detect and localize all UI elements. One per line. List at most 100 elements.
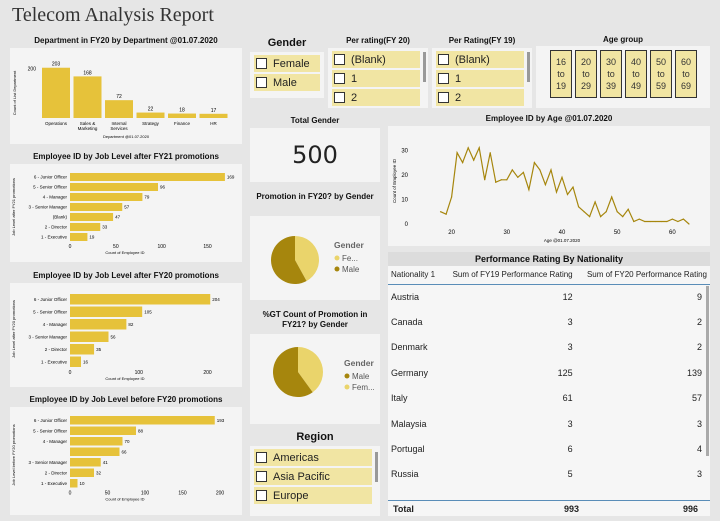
- bar: [70, 426, 136, 435]
- x-axis-label: Count of Employee ID: [105, 250, 144, 255]
- age-group-option[interactable]: 50 to 59: [650, 50, 672, 98]
- data-label: 66: [122, 449, 128, 454]
- data-point: [605, 211, 607, 213]
- age-group-option[interactable]: 16 to 19: [550, 50, 572, 98]
- y-axis-label: Count of List Department: [12, 70, 17, 115]
- legend-title: Gender: [344, 358, 374, 368]
- region-option-asia-pacific[interactable]: Asia Pacific: [254, 468, 372, 485]
- table-row[interactable]: Denmark 3 2: [388, 335, 710, 360]
- data-point: [561, 176, 563, 178]
- column-header[interactable]: Nationality 1: [388, 266, 441, 284]
- bar: [70, 294, 211, 305]
- x-tick-label: Strategy: [142, 121, 160, 126]
- data-label: 168: [83, 70, 92, 76]
- checkbox-icon[interactable]: [256, 77, 267, 88]
- job-before-chart: Job Level before FY20 promotions 6 - Juni…: [11, 416, 225, 502]
- bar: [199, 113, 228, 118]
- legend-entry: Male: [352, 372, 370, 381]
- age-group-option[interactable]: 60 to 69: [675, 50, 697, 98]
- data-point: [467, 147, 469, 149]
- x-tick-label: Services: [110, 126, 128, 131]
- data-label: 18: [179, 108, 185, 114]
- data-point: [622, 216, 624, 218]
- age-group-option-label: 20: [580, 57, 591, 67]
- data-point: [445, 213, 447, 215]
- gender-option-male[interactable]: Male: [254, 74, 320, 91]
- data-point: [451, 196, 453, 198]
- gender-slicer: Gender Female Male: [250, 34, 324, 98]
- checkbox-icon[interactable]: [334, 54, 345, 65]
- data-label: 203: [52, 62, 61, 68]
- checkbox-icon[interactable]: [256, 58, 267, 69]
- region-option-label: Asia Pacific: [273, 470, 330, 483]
- data-point: [638, 218, 640, 220]
- job-fy21-chart-panel: Employee ID by Job Level after FY21 prom…: [10, 150, 242, 262]
- checkbox-icon[interactable]: [256, 490, 267, 501]
- rating-cell: 6: [567, 444, 573, 455]
- checkbox-icon[interactable]: [334, 73, 345, 84]
- age-group-option-label: 49: [630, 81, 641, 91]
- checkbox-icon[interactable]: [438, 92, 449, 103]
- rating-fy20-option-blank[interactable]: (Blank): [332, 51, 420, 68]
- legend-marker-icon: [344, 384, 350, 390]
- bar: [70, 223, 101, 231]
- age-group-option-label: 19: [555, 81, 566, 91]
- rating-fy19-option-2[interactable]: 2: [436, 89, 524, 106]
- age-group-option[interactable]: 30 to 39: [600, 50, 622, 98]
- bar: [70, 233, 88, 241]
- gender-option-female[interactable]: Female: [254, 55, 320, 72]
- y-tick-label: 10: [401, 197, 408, 203]
- region-scrollbar[interactable]: [375, 452, 378, 482]
- table-row[interactable]: Portugal 6 4: [388, 436, 710, 461]
- y-tick-label: 4 - Manager: [43, 439, 68, 444]
- region-option-americas[interactable]: Americas: [254, 449, 372, 466]
- y-tick-label: 4 - Manager: [43, 322, 68, 327]
- rating-fy19-option-1[interactable]: 1: [436, 70, 524, 87]
- checkbox-icon[interactable]: [438, 73, 449, 84]
- data-point: [600, 216, 602, 218]
- age-group-slicer-title: Age group: [603, 35, 643, 44]
- column-header[interactable]: Sum of FY20 Performance Rating: [576, 266, 710, 284]
- rating-fy20-slicer: Per rating(FY 20) (Blank) 1 2: [328, 34, 428, 108]
- bar: [70, 183, 158, 191]
- rating-fy20-scrollbar[interactable]: [423, 52, 426, 82]
- table-row[interactable]: Italy 61 57: [388, 386, 710, 411]
- rating-fy19-option-label: 1: [455, 72, 462, 85]
- legend-marker-icon: [334, 255, 340, 261]
- data-label: 35: [96, 347, 102, 352]
- series-line: [440, 145, 690, 225]
- age-group-option[interactable]: 40 to 49: [625, 50, 647, 98]
- rating-fy20-option-2[interactable]: 2: [332, 89, 420, 106]
- x-tick-label: 20: [448, 230, 455, 236]
- data-label: 105: [144, 309, 152, 314]
- age-group-option[interactable]: 20 to 29: [575, 50, 597, 98]
- checkbox-icon[interactable]: [438, 54, 449, 65]
- checkbox-icon[interactable]: [256, 452, 267, 463]
- rating-fy20-option-1[interactable]: 1: [332, 70, 420, 87]
- rating-fy19-scrollbar[interactable]: [527, 52, 530, 82]
- rating-fy19-slicer: Per Rating(FY 19) (Blank) 1 2: [432, 34, 532, 108]
- rating-fy19-option-blank[interactable]: (Blank): [436, 51, 524, 68]
- y-axis-label: Job Level after FY21 promotions: [11, 178, 16, 236]
- bar: [70, 306, 143, 317]
- region-option-europe[interactable]: Europe: [254, 487, 372, 504]
- table-row[interactable]: Malaysia 3 3: [388, 411, 710, 436]
- checkbox-icon[interactable]: [334, 92, 345, 103]
- checkbox-icon[interactable]: [256, 471, 267, 482]
- bar: [70, 173, 225, 181]
- total-gender-value: 500: [292, 141, 338, 169]
- age-group-option-label: 16: [555, 57, 566, 67]
- table-row[interactable]: Germany 125 139: [388, 360, 710, 385]
- region-option-label: Americas: [273, 451, 319, 464]
- legend-marker-icon: [344, 373, 350, 379]
- table-scrollbar[interactable]: [706, 286, 709, 456]
- data-point: [555, 191, 558, 193]
- data-point: [589, 216, 591, 218]
- column-header[interactable]: Sum of FY19 Performance Rating: [441, 266, 575, 284]
- table-row[interactable]: Russia 5 3: [388, 462, 710, 487]
- age-group-option-label: 50: [655, 57, 666, 67]
- table-row[interactable]: Canada 3 2: [388, 309, 710, 334]
- x-tick-label: 60: [669, 230, 676, 236]
- table-row[interactable]: Austria 12 9: [388, 284, 710, 309]
- nationality-cell: Germany: [391, 367, 429, 378]
